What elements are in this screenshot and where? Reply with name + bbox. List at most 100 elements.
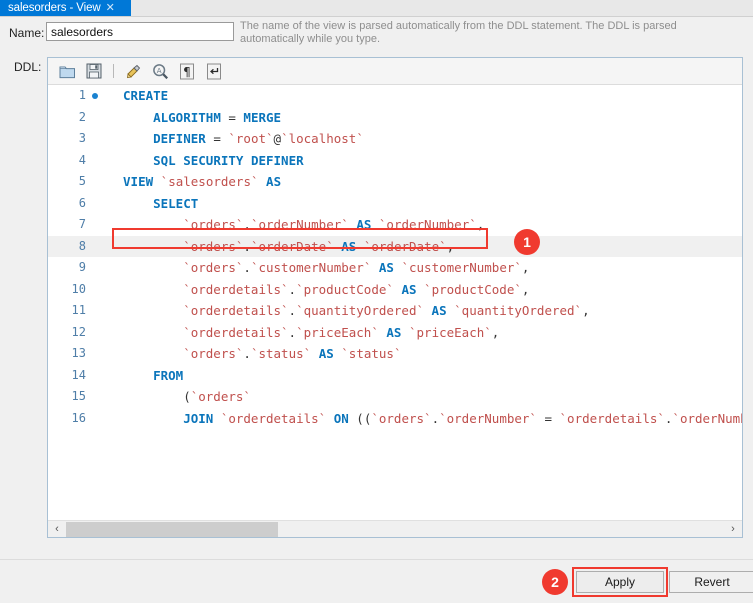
code-token: , [521, 281, 530, 297]
code-token: `root` [228, 131, 274, 146]
code-text: `orderdetails`.`productCode` AS `product… [183, 279, 529, 301]
code-token: . [288, 324, 297, 340]
code-line[interactable]: 1 CREATE [48, 85, 742, 107]
code-token: `customerNumber` [401, 260, 522, 275]
code-token: AS [401, 281, 417, 297]
code-token: `orderdetails` [183, 303, 289, 318]
editor-horizontal-scrollbar[interactable]: ‹ › [48, 520, 742, 537]
ddl-editor-panel: A ¶ 1 CREATE 2 ALGORITHM = MERGE 3 DEFINER = … [47, 57, 743, 538]
name-input[interactable] [46, 22, 234, 41]
scrollbar-thumb[interactable] [66, 522, 278, 537]
code-line[interactable]: 14 FROM [48, 365, 742, 387]
close-icon[interactable]: ✕ [106, 3, 115, 14]
code-line[interactable]: 16 JOIN `orderdetails` ON ((`orders`.`ord… [48, 408, 742, 430]
code-token: `orderDate` [250, 238, 334, 254]
scroll-left-arrow-icon[interactable]: ‹ [49, 521, 65, 537]
code-text: JOIN `orderdetails` ON ((`orders`.`order… [183, 408, 742, 430]
code-line[interactable]: 5 VIEW `salesorders` AS [48, 171, 742, 193]
line-number: 12 [71, 324, 86, 339]
code-token: `productCode` [296, 281, 394, 297]
tab-label: salesorders - View [8, 2, 101, 14]
code-token: DEFINER [153, 131, 206, 146]
breakpoint-marker-icon[interactable] [92, 93, 98, 99]
code-token: `orders` [190, 389, 251, 404]
line-number: 15 [71, 389, 86, 403]
beautify-broom-icon[interactable] [123, 61, 143, 81]
code-line[interactable]: 3 DEFINER = `root`@`localhost` [48, 128, 742, 150]
code-token: , [476, 217, 485, 232]
line-number: 16 [71, 410, 86, 425]
code-line[interactable]: 8 `orders`.`orderDate` AS `orderDate`, [48, 235, 742, 258]
code-token: , [582, 303, 590, 318]
code-line[interactable]: 12 `orderdetails`.`priceEach` AS `priceEa… [48, 322, 742, 344]
apply-button[interactable]: Apply [576, 571, 664, 593]
find-icon[interactable]: A [150, 61, 170, 81]
code-token: `orders` [183, 346, 244, 361]
code-token: AS [378, 260, 394, 275]
code-token: ALGORITHM [153, 109, 221, 125]
bottom-bar: Apply Revert [0, 560, 753, 603]
code-token: `orders` [183, 238, 244, 254]
code-token: AS [266, 174, 282, 189]
line-number: 2 [78, 109, 86, 124]
code-token: AS [318, 346, 334, 361]
code-token: = [220, 109, 244, 125]
code-text: SQL SECURITY DEFINER [153, 150, 304, 172]
code-line[interactable]: 15 (`orders` [48, 386, 742, 408]
code-token: (( [348, 410, 372, 426]
tab-salesorders-view[interactable]: salesorders - View ✕ [0, 0, 131, 17]
line-number: 13 [71, 346, 86, 360]
line-number: 11 [71, 303, 86, 317]
ddl-code-area[interactable]: 1 CREATE 2 ALGORITHM = MERGE 3 DEFINER = `roo… [48, 85, 742, 519]
code-text: `orderdetails`.`quantityOrdered` AS `qua… [183, 300, 589, 322]
code-token: . [288, 281, 297, 297]
code-token: `quantityOrdered` [454, 303, 583, 318]
code-token: `orders` [183, 217, 244, 232]
code-line[interactable]: 4 SQL SECURITY DEFINER [48, 150, 742, 172]
line-number: 8 [78, 238, 86, 253]
svg-text:¶: ¶ [183, 65, 191, 79]
code-token: `orderNumber` [439, 410, 537, 426]
code-line[interactable]: 13 `orders`.`status` AS `status` [48, 343, 742, 365]
code-token: , [521, 260, 530, 275]
code-token: . [243, 346, 251, 361]
code-token: `quantityOrdered` [296, 303, 425, 318]
code-text: VIEW `salesorders` AS [123, 171, 281, 193]
scroll-right-arrow-icon[interactable]: › [725, 521, 741, 537]
show-invisible-chars-icon[interactable]: ¶ [177, 61, 197, 81]
code-token: AS [356, 217, 372, 232]
code-line[interactable]: 9 `orders`.`customerNumber` AS `customerN… [48, 257, 742, 279]
code-token: SELECT [153, 195, 199, 211]
code-text: `orders`.`orderDate` AS `orderDate`, [183, 236, 454, 258]
code-token: @ [273, 131, 282, 146]
code-token: `customerNumber` [250, 260, 372, 275]
line-number: 9 [78, 260, 86, 274]
code-text: (`orders` [183, 386, 251, 408]
code-line[interactable]: 11 `orderdetails`.`quantityOrdered` AS `q… [48, 300, 742, 322]
code-text: ALGORITHM = MERGE [153, 107, 281, 129]
line-number: 7 [78, 217, 86, 231]
toggle-wrapping-icon[interactable] [204, 61, 224, 81]
code-token: AS [431, 303, 447, 318]
code-line[interactable]: 7 `orders`.`orderNumber` AS `orderNumber`… [48, 214, 742, 236]
line-number: 10 [71, 281, 86, 296]
code-token: = [205, 131, 229, 146]
code-token: `orders` [183, 260, 244, 275]
code-token: `status` [341, 346, 402, 361]
save-icon[interactable] [84, 61, 104, 81]
code-token: `orderNumber` [378, 217, 477, 232]
revert-button[interactable]: Revert [669, 571, 753, 593]
code-line[interactable]: 10 `orderdetails`.`productCode` AS `produ… [48, 279, 742, 301]
code-line[interactable]: 6 SELECT [48, 193, 742, 215]
code-text: CREATE [123, 85, 168, 107]
code-token: . [431, 410, 440, 426]
editor-toolbar: A ¶ [48, 58, 742, 85]
code-text: DEFINER = `root`@`localhost` [153, 128, 364, 150]
code-line[interactable]: 2 ALGORITHM = MERGE [48, 107, 742, 129]
open-folder-icon[interactable] [57, 61, 77, 81]
toolbar-separator [113, 64, 114, 78]
